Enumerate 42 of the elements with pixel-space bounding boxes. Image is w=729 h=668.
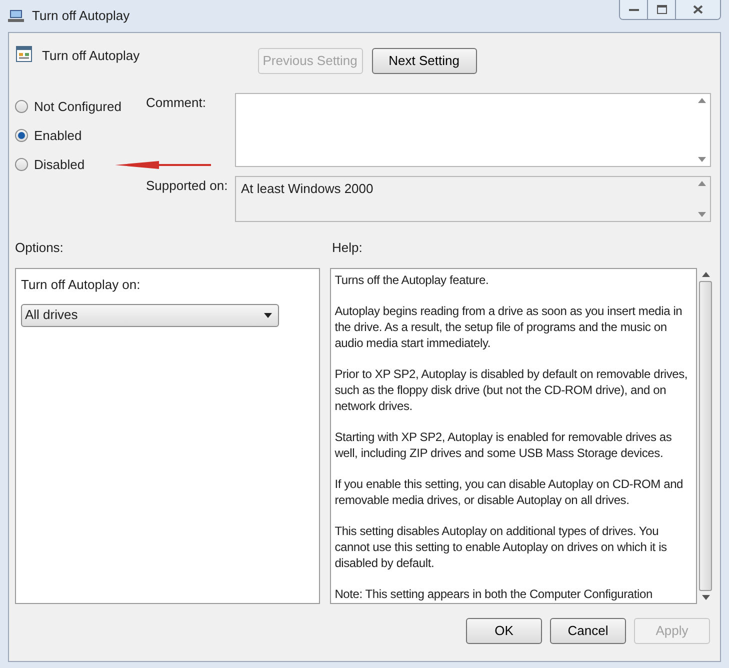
dialog-button[interactable]: Next Setting — [372, 48, 477, 74]
option-label: Turn off Autoplay on: — [21, 276, 142, 294]
close-icon — [693, 5, 703, 14]
dialog-button[interactable]: Cancel — [550, 618, 626, 644]
policy-title: Turn off Autoplay — [42, 47, 140, 65]
scroll-up-icon[interactable] — [702, 272, 710, 277]
caret-icon — [264, 312, 272, 318]
help-label: Help: — [332, 239, 362, 257]
help-paragraph: Starting with XP SP2, Autoplay is enabled for removable drives as well, including ZIP drives and some USB Mass Storage devices. — [334, 429, 673, 461]
radio-button[interactable] — [15, 129, 28, 142]
help-paragraph: If you enable this setting, you can disable Autoplay on CD-ROM and removable media drives, or disable Autoplay on all drives. — [334, 476, 684, 508]
radio-label: Enabled — [34, 126, 82, 145]
supported-value: At least Windows 2000 — [240, 180, 374, 198]
help-paragraph: This setting disables Autoplay on additional types of drives. You cannot use this setting to enable Autoplay on drives on which it is disabled by default. — [334, 523, 668, 571]
radio-label: Not Configured — [34, 98, 122, 116]
scroll-down-icon[interactable] — [698, 157, 706, 162]
minimize-button[interactable] — [620, 0, 648, 19]
maximize-button[interactable] — [648, 0, 676, 19]
scroll-up-icon[interactable] — [698, 181, 706, 186]
maximize-icon — [656, 5, 666, 14]
scroll-down-icon[interactable] — [698, 212, 706, 217]
comment-label: Comment: — [145, 94, 207, 112]
help-paragraph: Autoplay begins reading from a drive as soon as you insert media in the drive. As a result, the setup file of programs and the music on audio media start immediately. — [334, 303, 684, 351]
scroll-up-icon[interactable] — [698, 98, 706, 103]
dialog-button[interactable]: OK — [466, 618, 542, 644]
radio-label: Disabled — [34, 156, 85, 174]
minimize-icon — [628, 8, 638, 12]
help-paragraph: Turns off the Autoplay feature. — [334, 272, 490, 288]
drives-dropdown[interactable]: All drives — [21, 304, 279, 326]
scroll-down-icon[interactable] — [702, 595, 710, 600]
close-button[interactable] — [676, 0, 720, 19]
options-label: Options: — [15, 239, 64, 257]
help-paragraph: Note: This setting appears in both the Computer Configuration — [334, 586, 654, 602]
radio-button[interactable] — [15, 158, 28, 171]
supported-label: Supported on: — [145, 177, 229, 195]
comment-field[interactable] — [235, 93, 711, 167]
computer-icon — [8, 9, 24, 23]
help-paragraph: Prior to XP SP2, Autoplay is disabled by default on removable drives, such as the floppy disk drive (but not the CD-ROM drive), and on network drives. — [334, 366, 689, 414]
radio-button[interactable] — [15, 100, 28, 113]
scrollbar-thumb[interactable] — [699, 281, 712, 591]
policy-icon — [16, 46, 32, 62]
window-title: Turn off Autoplay — [32, 7, 130, 26]
